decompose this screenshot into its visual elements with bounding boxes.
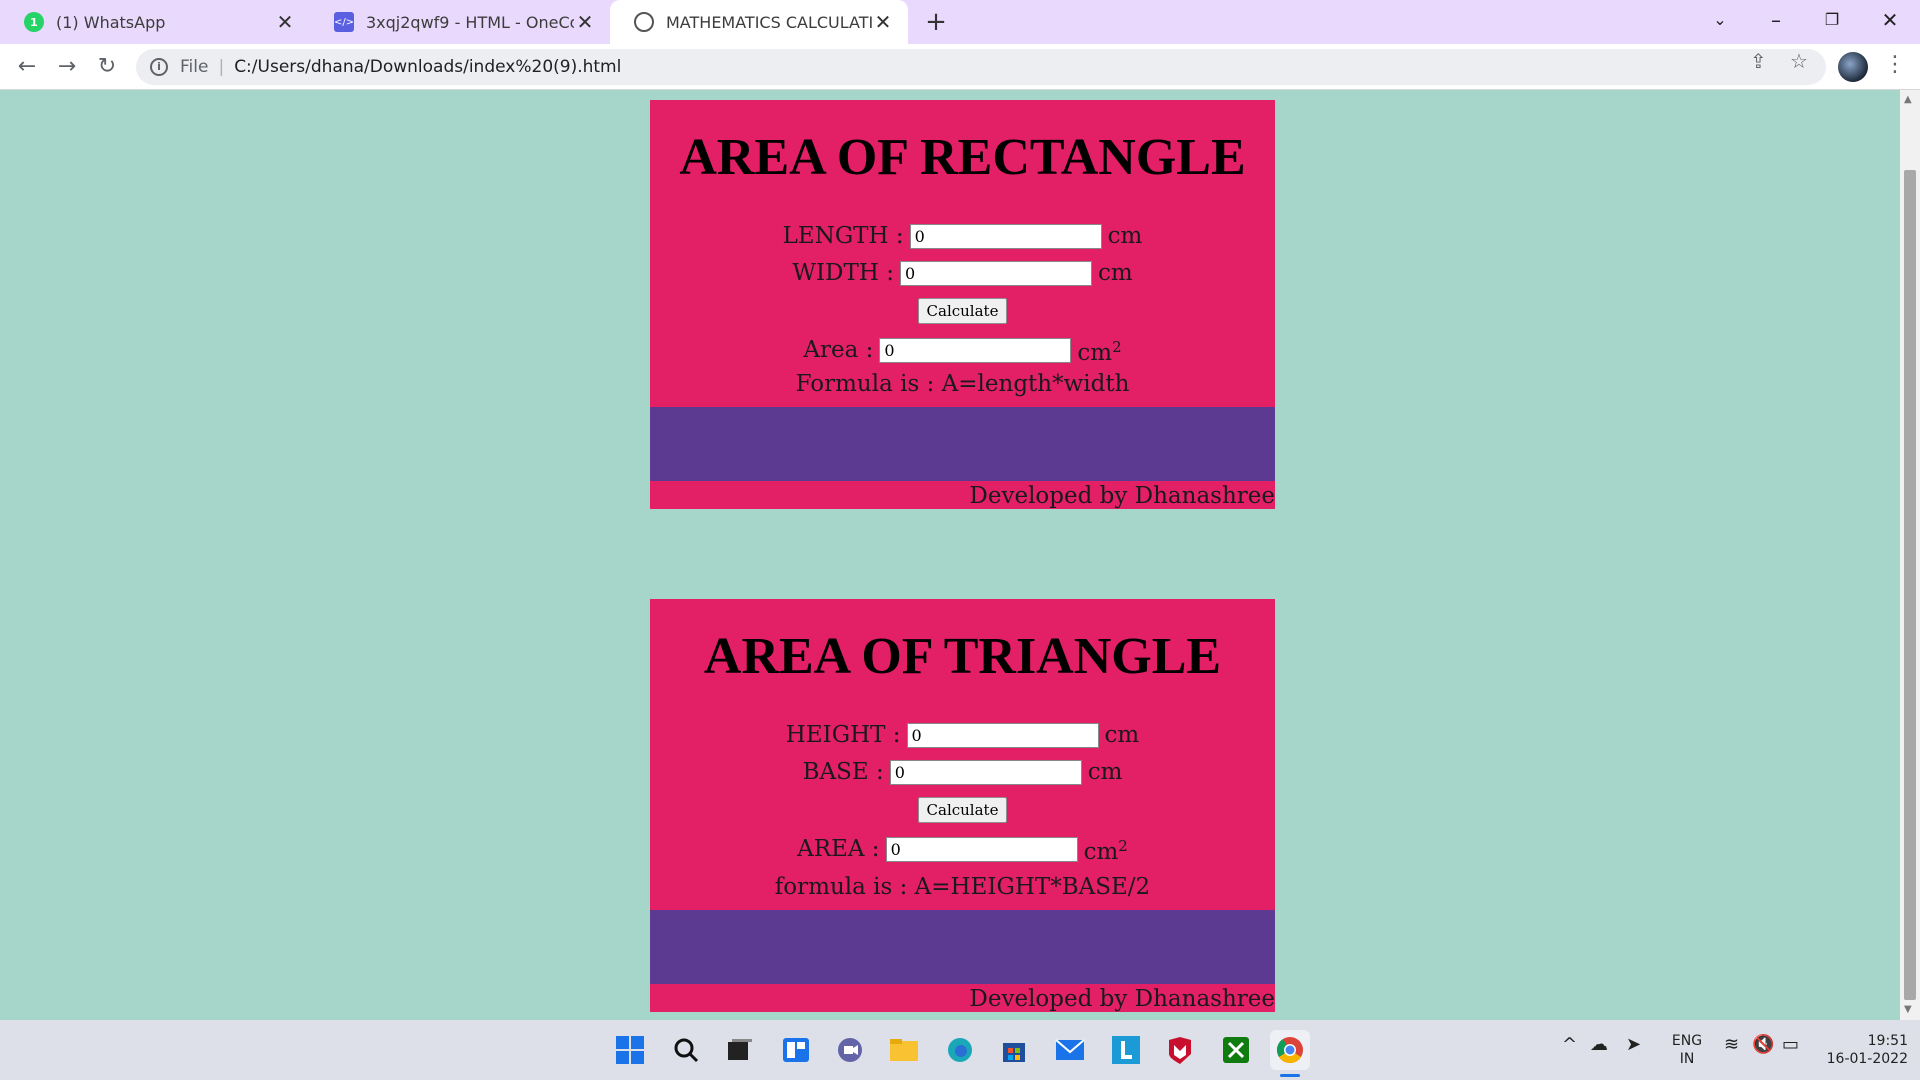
- close-icon[interactable]: ✕: [574, 10, 596, 34]
- address-bar[interactable]: i File | C:/Users/dhana/Downloads/index%…: [136, 49, 1826, 85]
- height-label: HEIGHT :: [785, 722, 901, 748]
- tab-title: (1) WhatsApp: [56, 12, 166, 32]
- base-row: BASE : cm: [650, 754, 1275, 791]
- task-view-icon[interactable]: [720, 1030, 760, 1070]
- tab-onecompiler[interactable]: </> 3xqj2qwf9 - HTML - OneCompile ✕: [310, 0, 610, 44]
- close-icon[interactable]: ✕: [872, 10, 894, 34]
- unit-label: cm: [1107, 223, 1143, 249]
- height-input[interactable]: [906, 723, 1099, 748]
- tab-strip: 1 (1) WhatsApp ✕ </> 3xqj2qwf9 - HTML - …: [0, 0, 1920, 44]
- menu-icon[interactable]: ⋮: [1884, 52, 1906, 77]
- area-row: Area : cm2: [650, 332, 1275, 369]
- base-label: BASE :: [802, 759, 884, 785]
- scroll-up-icon[interactable]: ▲: [1904, 94, 1912, 105]
- onedrive-icon[interactable]: ☁: [1590, 1034, 1608, 1055]
- rectangle-title: AREA OF RECTANGLE: [679, 129, 1246, 186]
- tab-title: MATHEMATICS CALCULATION: [666, 12, 872, 32]
- clock[interactable]: 19:51 16-01-2022: [1816, 1032, 1908, 1068]
- scrollbar-thumb[interactable]: [1904, 170, 1916, 1000]
- tab-whatsapp[interactable]: 1 (1) WhatsApp ✕: [0, 0, 310, 44]
- length-input[interactable]: [909, 224, 1102, 249]
- battery-icon[interactable]: ▭: [1782, 1034, 1799, 1055]
- forward-arrow-icon[interactable]: →: [50, 50, 84, 84]
- close-icon[interactable]: ✕: [274, 10, 296, 34]
- area-row: AREA : cm2: [650, 831, 1275, 868]
- calculate-button[interactable]: Calculate: [917, 298, 1008, 324]
- page-viewport: AREA OF RECTANGLE LENGTH : cm WIDTH : cm…: [0, 90, 1900, 1020]
- base-input[interactable]: [889, 760, 1082, 785]
- location-icon[interactable]: ➤: [1626, 1034, 1641, 1055]
- star-icon[interactable]: ☆: [1790, 49, 1808, 73]
- rectangle-card: AREA OF RECTANGLE LENGTH : cm WIDTH : cm…: [650, 100, 1275, 509]
- decorative-band: [650, 910, 1275, 984]
- area-label: AREA :: [797, 836, 880, 862]
- formula-text: formula is : A=HEIGHT*BASE/2: [774, 874, 1151, 900]
- width-input[interactable]: [899, 261, 1092, 286]
- formula-text: Formula is : A=length*width: [795, 371, 1130, 397]
- footer-credit: Developed by Dhanashree: [969, 483, 1275, 509]
- area-unit: cm2: [1083, 837, 1128, 865]
- area-output[interactable]: [879, 338, 1072, 363]
- vertical-scrollbar[interactable]: ▲ ▼: [1900, 90, 1920, 1020]
- divider: |: [218, 57, 225, 77]
- length-row: LENGTH : cm: [650, 218, 1275, 255]
- share-icon[interactable]: ⇪: [1750, 49, 1767, 73]
- area-output[interactable]: [885, 837, 1078, 862]
- back-arrow-icon[interactable]: ←: [10, 50, 44, 84]
- unit-label: cm: [1104, 722, 1140, 748]
- scheme-label: File: [180, 57, 209, 77]
- input-language[interactable]: ENG IN: [1668, 1032, 1706, 1068]
- xbox-icon[interactable]: [1216, 1030, 1256, 1070]
- calculate-button[interactable]: Calculate: [917, 797, 1008, 823]
- area-label: Area :: [803, 337, 874, 363]
- unit-label: cm: [1097, 260, 1133, 286]
- browser-toolbar: ← → ↻ i File | C:/Users/dhana/Downloads/…: [0, 44, 1920, 90]
- mcafee-icon[interactable]: [1160, 1030, 1200, 1070]
- store-icon[interactable]: [994, 1030, 1034, 1070]
- footer-credit: Developed by Dhanashree: [969, 986, 1275, 1012]
- new-tab-button[interactable]: +: [920, 6, 952, 38]
- taskbar: ^ ☁ ➤ ENG IN ≋ 🔇 ▭ 19:51 16-01-2022: [0, 1020, 1920, 1080]
- tab-search-icon[interactable]: ⌄: [1692, 0, 1748, 40]
- search-icon[interactable]: [666, 1030, 706, 1070]
- tab-mathematics[interactable]: MATHEMATICS CALCULATION ✕: [610, 0, 908, 44]
- wifi-icon[interactable]: ≋: [1724, 1034, 1739, 1055]
- globe-icon: [634, 12, 654, 32]
- reload-icon[interactable]: ↻: [90, 50, 124, 84]
- restore-button[interactable]: ❐: [1804, 0, 1860, 40]
- decorative-band: [650, 407, 1275, 481]
- l-app-icon[interactable]: [1106, 1030, 1146, 1070]
- triangle-title: AREA OF TRIANGLE: [703, 628, 1222, 685]
- active-app-indicator: [1280, 1074, 1300, 1077]
- width-label: WIDTH :: [792, 260, 894, 286]
- windows-start-icon[interactable]: [610, 1030, 650, 1070]
- edge-icon[interactable]: [940, 1030, 980, 1070]
- onecompiler-icon: </>: [334, 12, 354, 32]
- length-label: LENGTH :: [782, 223, 904, 249]
- info-icon[interactable]: i: [150, 58, 168, 76]
- url-text[interactable]: C:/Users/dhana/Downloads/index%20(9).htm…: [234, 57, 621, 77]
- tab-title: 3xqj2qwf9 - HTML - OneCompile: [366, 12, 574, 32]
- minimize-button[interactable]: –: [1748, 0, 1804, 40]
- scroll-down-icon[interactable]: ▼: [1904, 1004, 1912, 1015]
- height-row: HEIGHT : cm: [650, 717, 1275, 754]
- mail-icon[interactable]: [1050, 1030, 1090, 1070]
- triangle-card: AREA OF TRIANGLE HEIGHT : cm BASE : cm C…: [650, 599, 1275, 1012]
- volume-muted-icon[interactable]: 🔇: [1752, 1034, 1774, 1055]
- widgets-icon[interactable]: [776, 1030, 816, 1070]
- chevron-up-icon[interactable]: ^: [1562, 1034, 1577, 1055]
- area-unit: cm2: [1077, 338, 1122, 366]
- avatar[interactable]: [1838, 52, 1868, 82]
- chrome-icon[interactable]: [1270, 1030, 1310, 1070]
- chat-icon[interactable]: [830, 1030, 870, 1070]
- file-explorer-icon[interactable]: [884, 1030, 924, 1070]
- close-window-button[interactable]: ✕: [1862, 0, 1918, 40]
- whatsapp-icon: 1: [24, 12, 44, 32]
- width-row: WIDTH : cm: [650, 255, 1275, 292]
- unit-label: cm: [1087, 759, 1123, 785]
